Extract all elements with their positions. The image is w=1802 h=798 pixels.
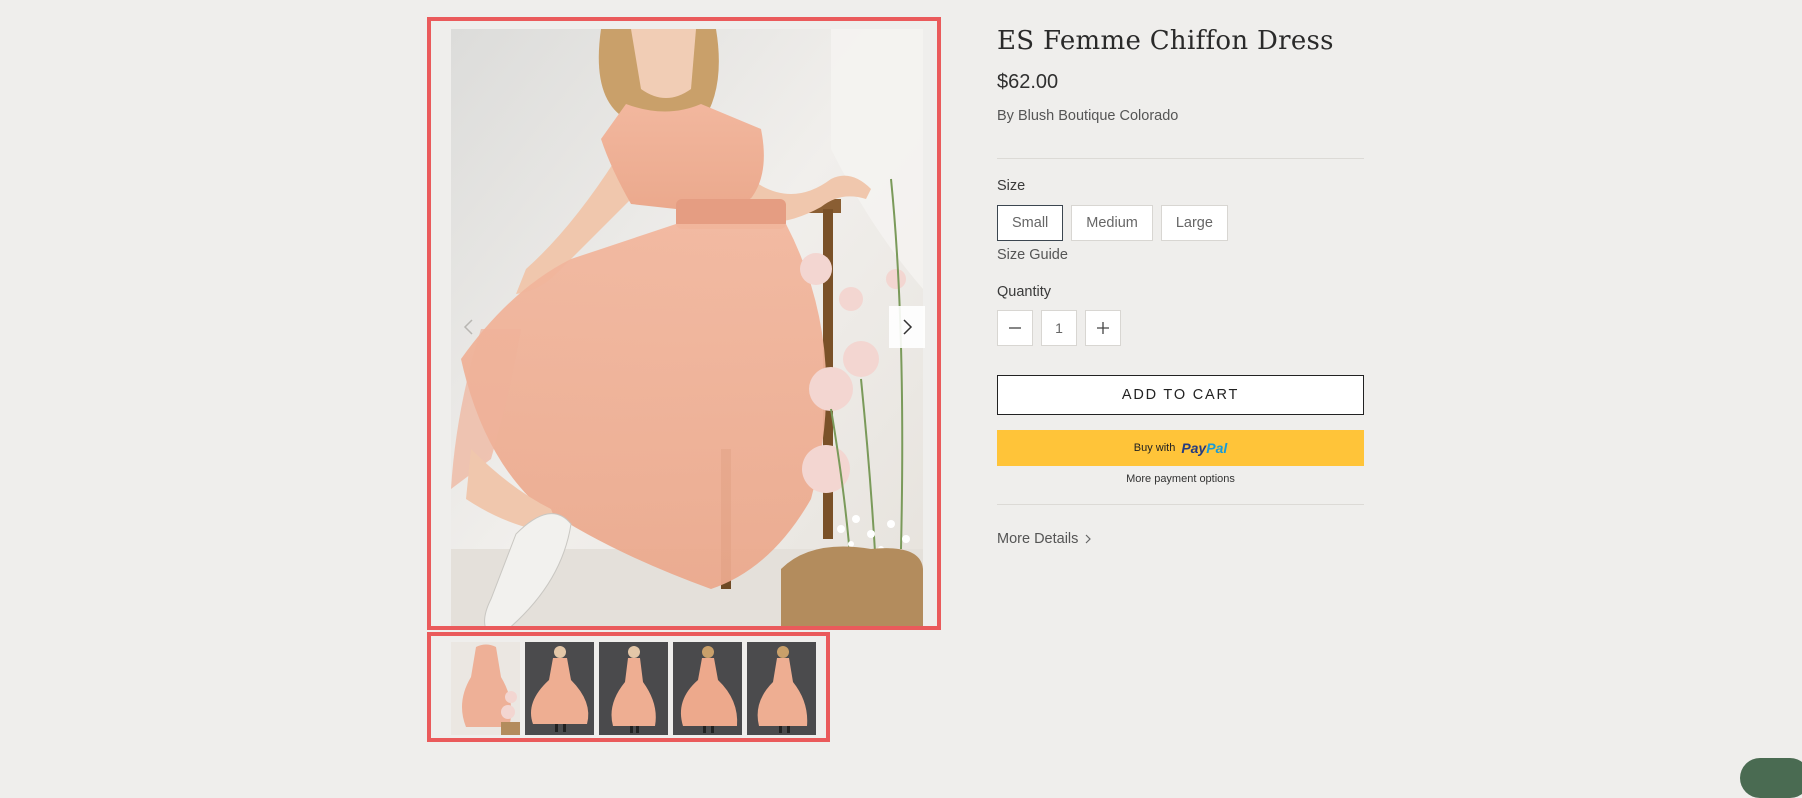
thumbnail-4[interactable] [673, 642, 742, 735]
quantity-stepper: 1 [997, 310, 1121, 346]
divider [997, 504, 1364, 505]
size-option-large[interactable]: Large [1160, 205, 1228, 241]
chat-widget-button[interactable] [1740, 758, 1802, 798]
size-option-small[interactable]: Small [997, 205, 1064, 241]
paypal-logo-pal: Pal [1206, 440, 1228, 456]
product-title: ES Femme Chiffon Dress [997, 26, 1334, 56]
size-label: Size [997, 178, 1026, 194]
divider [997, 158, 1364, 159]
quantity-increase-button[interactable] [1085, 310, 1121, 346]
more-details-label: More Details [997, 531, 1079, 547]
more-payment-options-link[interactable]: More payment options [997, 473, 1364, 485]
plus-icon [1097, 322, 1109, 334]
chevron-right-icon [903, 319, 913, 335]
quantity-decrease-button[interactable] [997, 310, 1033, 346]
paypal-logo-pay: Pay [1181, 440, 1207, 456]
vendor-prefix: By [997, 108, 1018, 124]
thumbnail-3[interactable] [599, 642, 668, 735]
main-product-image[interactable] [451, 29, 923, 626]
add-to-cart-button[interactable]: ADD TO CART [997, 375, 1364, 415]
quantity-label: Quantity [997, 284, 1051, 300]
chevron-right-small-icon [1085, 534, 1092, 544]
size-options: Small Medium Large [997, 205, 1228, 241]
paypal-button[interactable]: Buy with PayPal [997, 430, 1364, 466]
product-vendor: By Blush Boutique Colorado [997, 108, 1178, 124]
size-guide-link[interactable]: Size Guide [997, 247, 1068, 263]
product-price: $62.00 [997, 71, 1059, 93]
thumbnail-strip [451, 642, 816, 735]
gallery-prev-button[interactable] [451, 306, 487, 348]
chevron-left-icon [463, 319, 473, 335]
minus-icon [1009, 327, 1021, 329]
more-details-toggle[interactable]: More Details [997, 531, 1092, 547]
paypal-logo: PayPal [1181, 440, 1227, 456]
thumbnail-5[interactable] [747, 642, 816, 735]
thumbnail-2[interactable] [525, 642, 594, 735]
quantity-input[interactable]: 1 [1041, 310, 1077, 346]
size-option-medium[interactable]: Medium [1071, 205, 1153, 241]
vendor-link[interactable]: Blush Boutique Colorado [1018, 108, 1178, 124]
paypal-prefix: Buy with [1133, 442, 1176, 454]
gallery-next-button[interactable] [889, 306, 925, 348]
thumbnail-1[interactable] [451, 642, 520, 735]
